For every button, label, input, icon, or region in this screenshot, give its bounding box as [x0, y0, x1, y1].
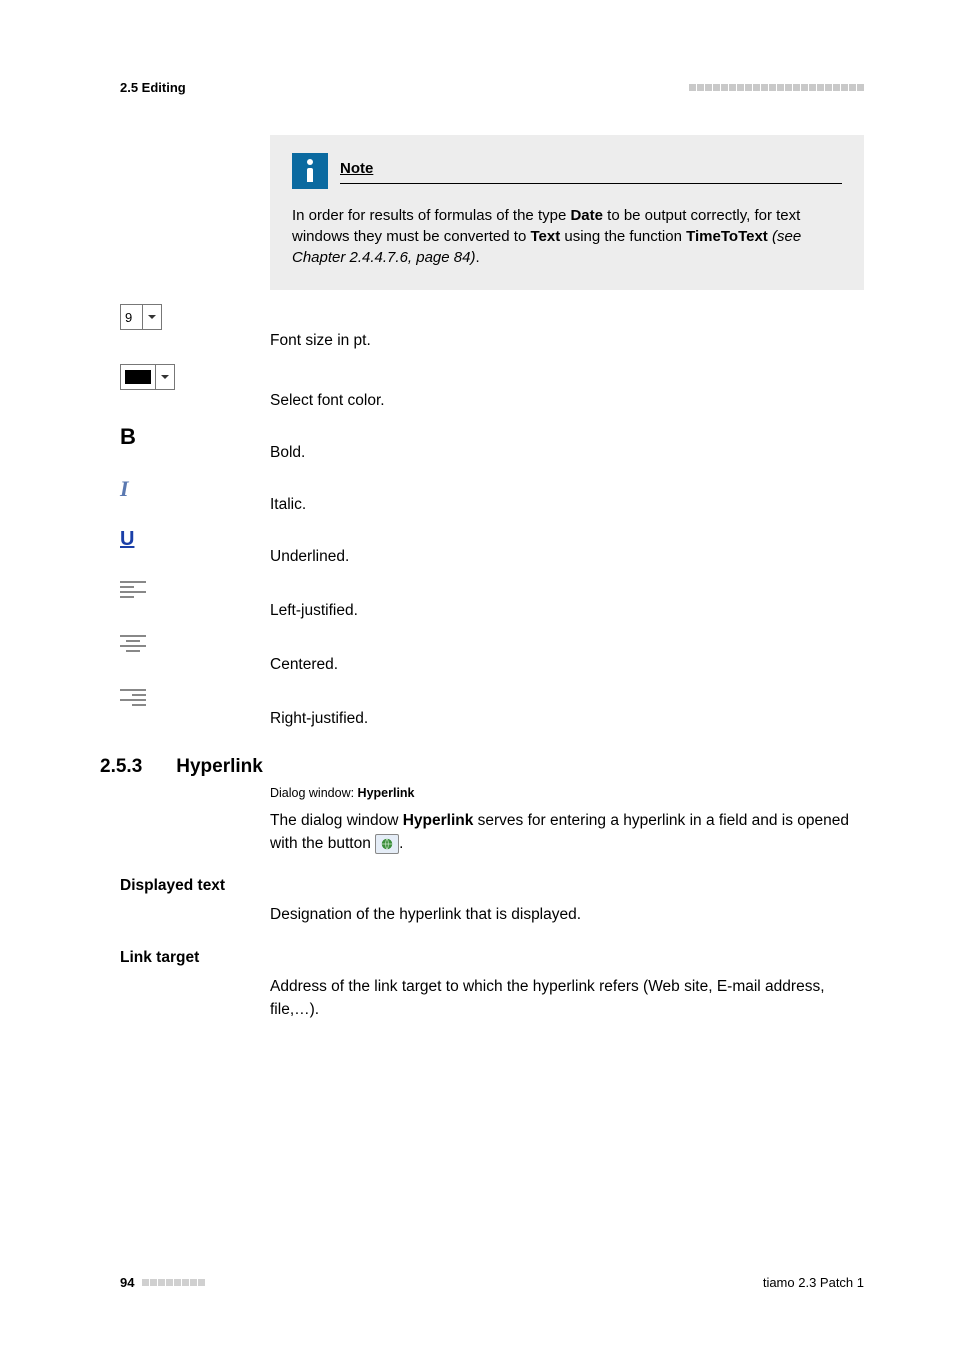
section-heading-hyperlink: 2.5.3 Hyperlink [100, 756, 864, 778]
page-number: 94 [120, 1275, 134, 1290]
italic-desc: Italic. [270, 470, 864, 514]
color-swatch-icon [125, 370, 151, 384]
bold-desc: Bold. [270, 418, 864, 462]
product-name: tiamo 2.3 Patch 1 [763, 1275, 864, 1290]
chevron-down-icon [155, 365, 174, 389]
font-color-desc: Select font color. [270, 358, 864, 410]
font-size-desc: Font size in pt. [270, 298, 864, 350]
section-title: Hyperlink [176, 756, 263, 778]
align-left-icon[interactable] [120, 580, 146, 600]
font-color-dropdown[interactable] [120, 364, 175, 390]
note-callout: Note In order for results of formulas of… [270, 135, 864, 290]
page-header: 2.5 Editing [120, 80, 864, 95]
font-size-dropdown[interactable]: 9 [120, 304, 162, 330]
hyperlink-button-icon[interactable] [375, 834, 399, 854]
font-size-value: 9 [121, 310, 142, 325]
chevron-down-icon [142, 305, 161, 329]
underline-icon[interactable]: U [120, 528, 134, 550]
note-title: Note [340, 160, 373, 177]
align-left-desc: Left-justified. [270, 574, 864, 620]
displayed-text-label: Displayed text [120, 877, 864, 895]
header-ornament [689, 84, 864, 91]
underline-desc: Underlined. [270, 522, 864, 566]
align-center-desc: Centered. [270, 628, 864, 674]
section-label: 2.5 Editing [120, 80, 186, 95]
link-target-label: Link target [120, 949, 864, 967]
align-right-desc: Right-justified. [270, 682, 864, 728]
footer-ornament [142, 1279, 205, 1286]
link-target-desc: Address of the link target to which the … [270, 975, 864, 1022]
align-center-icon[interactable] [120, 634, 146, 654]
note-body: In order for results of formulas of the … [292, 205, 842, 268]
section-number: 2.5.3 [100, 756, 142, 778]
bold-icon[interactable]: B [120, 424, 136, 449]
italic-icon[interactable]: I [120, 476, 129, 501]
page-footer: 94 tiamo 2.3 Patch 1 [120, 1275, 864, 1290]
align-right-icon[interactable] [120, 688, 146, 708]
hyperlink-paragraph: The dialog window Hyperlink serves for e… [270, 809, 864, 856]
displayed-text-desc: Designation of the hyperlink that is dis… [270, 903, 864, 926]
dialog-window-label: Dialog window: Hyperlink [270, 784, 864, 803]
info-icon [292, 153, 328, 189]
